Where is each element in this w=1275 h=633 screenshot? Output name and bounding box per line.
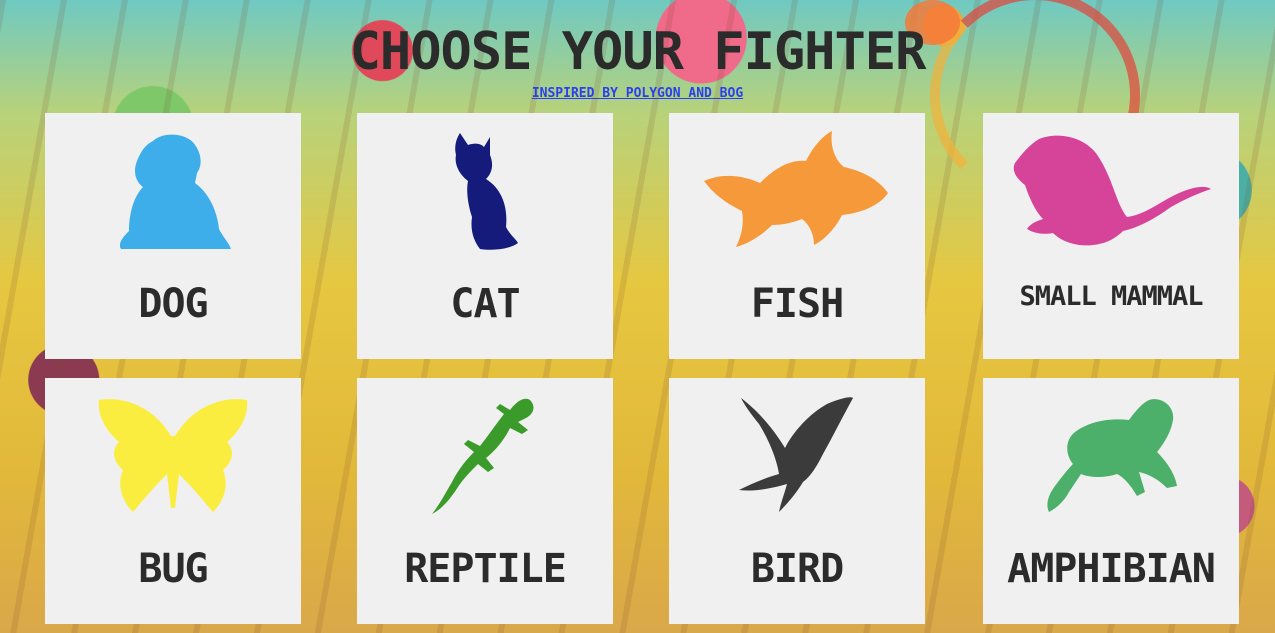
card-label: SMALL MAMMAL (1019, 281, 1203, 312)
fish-icon (704, 131, 888, 247)
card-label: REPTILE (404, 546, 567, 592)
card-label: CAT (450, 281, 520, 327)
page-header: CHOOSE YOUR FIGHTER INSPIRED BY POLYGON … (0, 22, 1275, 102)
fighter-card-bird[interactable]: BIRD (669, 378, 925, 624)
fighter-card-reptile[interactable]: REPTILE (357, 378, 613, 624)
fighter-card-small-mammal[interactable]: SMALL MAMMAL (983, 113, 1239, 359)
fighter-card-amphibian[interactable]: AMPHIBIAN (983, 378, 1239, 624)
fighter-card-bug[interactable]: BUG (45, 378, 301, 624)
fighter-card-fish[interactable]: FISH (669, 113, 925, 359)
card-label: FISH (750, 281, 844, 327)
dog-icon (119, 134, 231, 249)
card-label: BIRD (750, 546, 844, 592)
fighter-card-cat[interactable]: CAT (357, 113, 613, 359)
card-label: DOG (138, 281, 208, 327)
butterfly-icon (98, 399, 248, 512)
card-label: BUG (138, 546, 208, 592)
card-label: AMPHIBIAN (1007, 546, 1216, 592)
small-mammal-icon (1013, 135, 1211, 246)
frog-icon (1047, 399, 1177, 512)
bird-icon (739, 397, 853, 512)
fighter-card-dog[interactable]: DOG (45, 113, 301, 359)
page-title: CHOOSE YOUR FIGHTER (349, 22, 927, 82)
cat-icon (455, 133, 518, 250)
inspired-by-link[interactable]: INSPIRED BY POLYGON AND BOG (532, 86, 743, 102)
lizard-icon (432, 398, 534, 514)
